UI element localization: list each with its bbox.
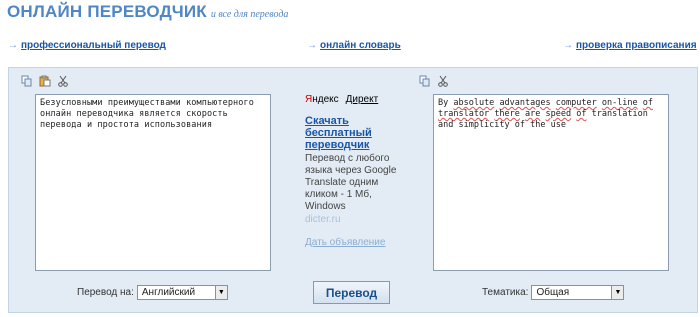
- result-text: By absolute advantages computer on-line …: [438, 98, 653, 130]
- ad-brand[interactable]: Яндекс Директ: [305, 94, 405, 105]
- nav-dictionary-link[interactable]: онлайн словарь: [320, 40, 401, 51]
- translate-to-select[interactable]: Английский ▼: [136, 285, 228, 300]
- misspelled-word: speed: [545, 109, 572, 119]
- ad-title-link[interactable]: Скачать бесплатный переводчик: [305, 115, 405, 151]
- site-header: ОНЛАЙН ПЕРЕВОДЧИК и все для перевода: [7, 2, 288, 22]
- copy-icon[interactable]: [21, 75, 33, 87]
- source-text: Безусловными преимуществами компьютерног…: [40, 98, 254, 130]
- result-word: By: [438, 98, 454, 108]
- arrow-right-icon: →: [8, 40, 18, 51]
- arrow-right-icon: →: [307, 40, 317, 51]
- nav-spellcheck[interactable]: → проверка правописания: [563, 40, 697, 51]
- site-tagline: и все для перевода: [210, 9, 289, 20]
- misspelled-word: translator: [438, 109, 490, 119]
- nav-dictionary[interactable]: → онлайн словарь: [307, 40, 401, 51]
- chevron-down-icon[interactable]: ▼: [611, 286, 624, 299]
- result-toolbar: [419, 75, 449, 87]
- misspelled-word: are: [525, 109, 541, 119]
- nav-spellcheck-link[interactable]: проверка правописания: [576, 40, 697, 51]
- misspelled-word: computer: [555, 98, 597, 108]
- arrow-right-icon: →: [563, 40, 573, 51]
- misspelled-word: absolute: [453, 98, 495, 108]
- topic-select[interactable]: Общая ▼: [531, 285, 625, 300]
- translator-panel: Безусловными преимуществами компьютерног…: [8, 67, 698, 313]
- topic-row: Тематика: Общая ▼: [482, 285, 625, 300]
- result-text-output[interactable]: By absolute advantages computer on-line …: [433, 94, 669, 271]
- ad-description: Перевод с любого языка через Google Tran…: [305, 153, 397, 212]
- translate-button[interactable]: Перевод: [313, 281, 390, 304]
- translate-to-value: Английский: [141, 287, 196, 298]
- misspelled-word: there: [494, 109, 520, 119]
- misspelled-word: advantages: [499, 98, 551, 108]
- misspelled-word: on-line: [601, 98, 638, 108]
- nav-professional-link[interactable]: профессиональный перевод: [21, 40, 166, 51]
- topic-label: Тематика:: [482, 287, 529, 298]
- post-ad-link[interactable]: Дать объявление: [305, 237, 405, 248]
- ad-block: Яндекс Директ Скачать бесплатный переводч…: [305, 94, 405, 248]
- site-title[interactable]: ОНЛАЙН ПЕРЕВОДЧИК: [7, 2, 207, 21]
- source-toolbar: [21, 75, 69, 87]
- yandex-rest: ндекс: [312, 94, 339, 105]
- paste-icon[interactable]: [39, 75, 51, 87]
- cut-icon[interactable]: [57, 75, 69, 87]
- misspelled-word: of: [642, 98, 654, 108]
- translate-to-row: Перевод на: Английский ▼: [77, 285, 228, 300]
- cut-icon[interactable]: [437, 75, 449, 87]
- copy-icon[interactable]: [419, 75, 431, 87]
- topic-value: Общая: [536, 287, 570, 298]
- misspelled-word: of: [576, 109, 587, 119]
- translate-to-label: Перевод на:: [77, 287, 134, 298]
- nav-professional[interactable]: → профессиональный перевод: [8, 40, 166, 51]
- ad-domain[interactable]: dicter.ru: [305, 214, 405, 225]
- chevron-down-icon[interactable]: ▼: [214, 286, 227, 299]
- source-text-input[interactable]: Безусловными преимуществами компьютерног…: [35, 94, 271, 271]
- direct-link[interactable]: Директ: [346, 94, 379, 105]
